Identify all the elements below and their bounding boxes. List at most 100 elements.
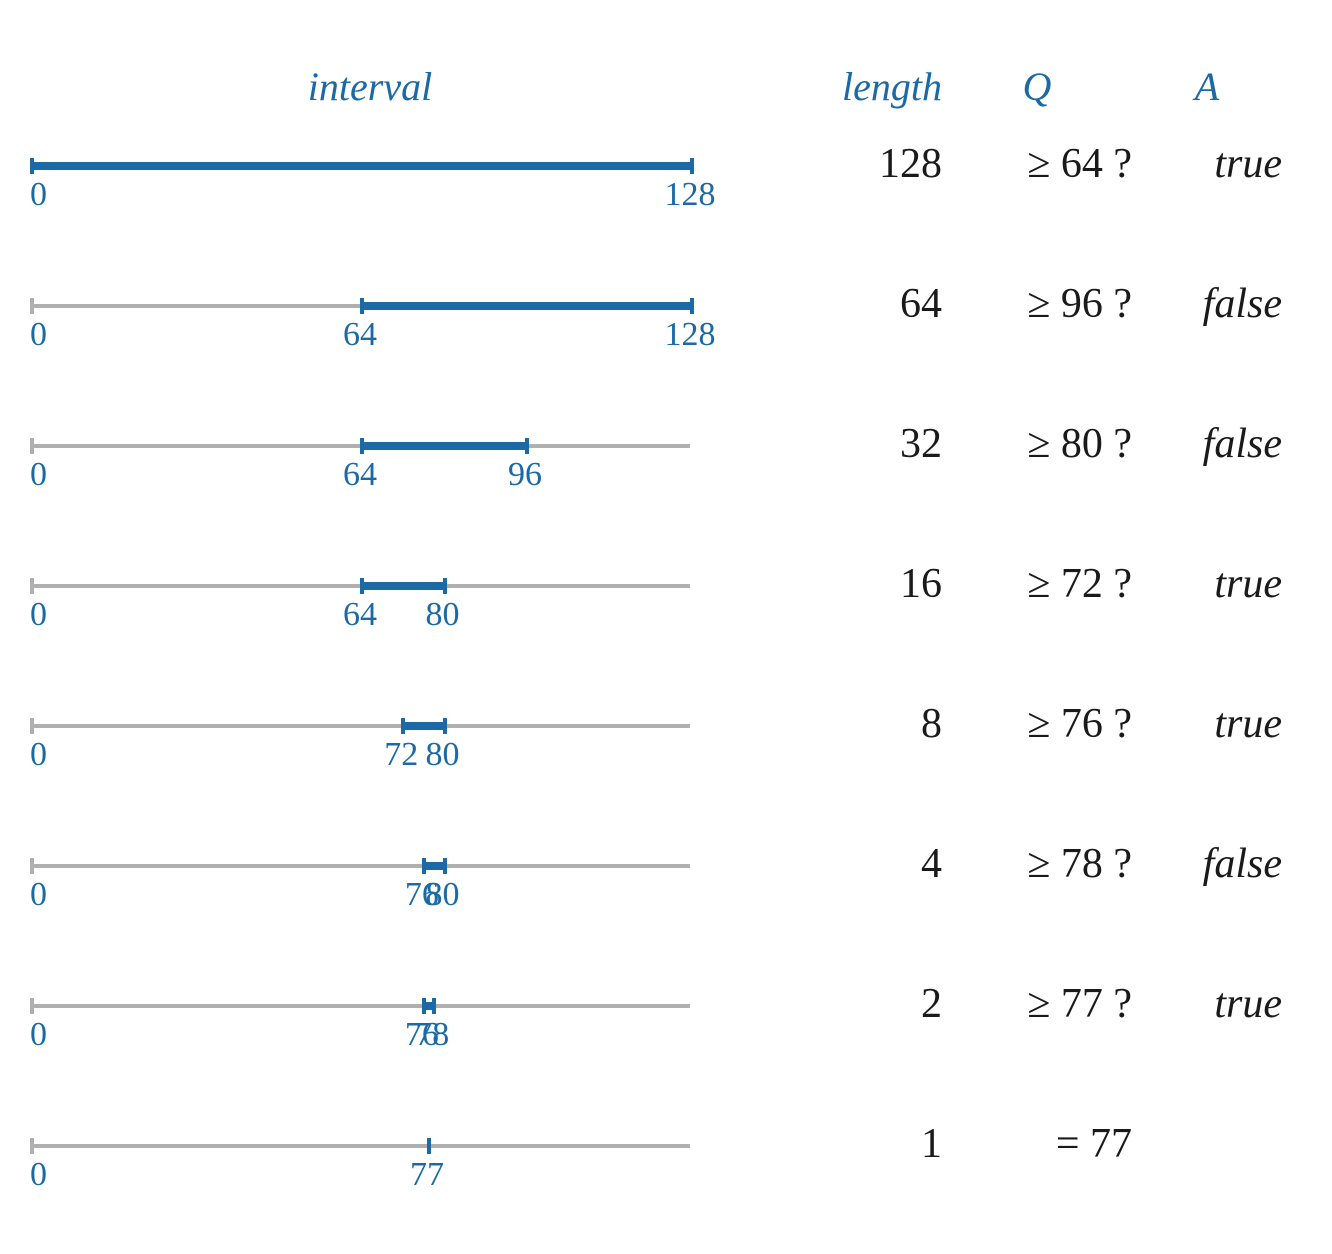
text-cells: 1= 77 — [710, 1090, 1282, 1168]
answer-value: true — [1132, 700, 1282, 748]
step-row: 076804≥ 78 ?false — [30, 810, 1282, 950]
interval-cell: 07680 — [30, 810, 710, 914]
length-value: 32 — [812, 420, 942, 468]
interval-cell: 06480 — [30, 530, 710, 634]
interval-cell: 07280 — [30, 670, 710, 774]
step-row: 0649632≥ 80 ?false — [30, 390, 1282, 530]
tick-label-hi: 78 — [415, 1016, 449, 1054]
tick-label-zero: 0 — [30, 176, 47, 214]
tick-lo — [401, 718, 405, 734]
bar-wrap: 0 77 — [30, 1136, 710, 1194]
text-cells: 4≥ 78 ?false — [710, 810, 1282, 888]
step-row: 0128128≥ 64 ?true — [30, 110, 1282, 250]
interval-cell: 0128 — [30, 110, 710, 214]
length-value: 4 — [812, 840, 942, 888]
length-value: 1 — [812, 1120, 942, 1168]
step-row: 0648016≥ 72 ?true — [30, 530, 1282, 670]
tick-lo — [360, 298, 364, 314]
steps-container: 0128128≥ 64 ?true06412864≥ 96 ?false0649… — [30, 110, 1282, 1230]
bar-wrap: 06480 — [30, 576, 710, 634]
answer-value: true — [1132, 560, 1282, 608]
tick-zero — [30, 858, 34, 874]
length-value: 2 — [812, 980, 942, 1028]
tick-hi — [690, 298, 694, 314]
header-a: A — [1132, 63, 1282, 110]
length-value: 64 — [812, 280, 942, 328]
step-row: 0 77 1= 77 — [30, 1090, 1282, 1230]
answer-value: false — [1132, 840, 1282, 888]
tick-zero — [30, 298, 34, 314]
question-value: ≥ 80 ? — [942, 420, 1132, 468]
answer-value: true — [1132, 140, 1282, 188]
tick-zero — [30, 438, 34, 454]
diagram-page: interval length Q A 0128128≥ 64 ?true064… — [0, 0, 1332, 1254]
tick-label-lo: 72 — [384, 736, 418, 774]
tick-point — [427, 1138, 431, 1154]
interval-cell: 06496 — [30, 390, 710, 494]
answer-value: true — [1132, 980, 1282, 1028]
tick-label-zero: 0 — [30, 316, 47, 354]
tick-label-lo: 64 — [343, 456, 377, 494]
tick-hi — [443, 718, 447, 734]
interval-cell: 0 77 — [30, 1090, 710, 1194]
answer-value: false — [1132, 280, 1282, 328]
tick-label-lo: 64 — [343, 596, 377, 634]
tick-lo — [422, 858, 426, 874]
tick-hi — [443, 858, 447, 874]
text-cells: 8≥ 76 ?true — [710, 670, 1282, 748]
bar-wrap: 06496 — [30, 436, 710, 494]
interval-cell: 064128 — [30, 250, 710, 354]
full-line — [30, 1004, 690, 1008]
length-value: 8 — [812, 700, 942, 748]
tick-lo — [422, 998, 426, 1014]
bar-wrap: 07680 — [30, 856, 710, 914]
step-row: 0 64 12864≥ 96 ?false — [30, 250, 1282, 390]
interval-segment — [401, 722, 442, 730]
tick-hi — [443, 578, 447, 594]
tick-zero — [30, 578, 34, 594]
step-row: 072808≥ 76 ?true — [30, 670, 1282, 810]
question-value: ≥ 78 ? — [942, 840, 1132, 888]
bar-wrap: 064128 — [30, 296, 710, 354]
text-cells: 128≥ 64 ?true — [710, 110, 1282, 188]
text-cells: 16≥ 72 ?true — [710, 530, 1282, 608]
tick-zero — [30, 998, 34, 1014]
tick-label-hi: 128 — [665, 316, 716, 354]
answer-value: false — [1132, 420, 1282, 468]
answer-value — [1132, 1120, 1282, 1168]
tick-label-zero: 0 — [30, 1156, 47, 1194]
tick-zero — [30, 158, 34, 174]
header-length: length — [812, 63, 942, 110]
tick-lo — [360, 438, 364, 454]
length-value: 128 — [812, 140, 942, 188]
question-value: ≥ 72 ? — [942, 560, 1132, 608]
text-cells: 64≥ 96 ?false — [710, 250, 1282, 328]
question-value: = 77 — [942, 1120, 1132, 1168]
interval-cell: 07678 — [30, 950, 710, 1054]
tick-zero — [30, 1138, 34, 1154]
interval-segment — [360, 302, 690, 310]
tick-label-zero: 0 — [30, 1016, 47, 1054]
tick-zero — [30, 718, 34, 734]
tick-label-zero: 0 — [30, 876, 47, 914]
tick-label-hi: 80 — [426, 736, 460, 774]
length-value: 16 — [812, 560, 942, 608]
question-value: ≥ 77 ? — [942, 980, 1132, 1028]
bar-wrap: 0128 — [30, 156, 710, 214]
tick-label-hi: 128 — [665, 176, 716, 214]
bar-wrap: 07678 — [30, 996, 710, 1054]
full-line — [30, 724, 690, 728]
tick-label-point: 77 — [410, 1156, 444, 1194]
tick-label-lo: 64 — [343, 316, 377, 354]
interval-segment — [30, 162, 690, 170]
header-q: Q — [942, 63, 1132, 110]
tick-label-zero: 0 — [30, 596, 47, 634]
question-value: ≥ 64 ? — [942, 140, 1132, 188]
tick-lo — [360, 578, 364, 594]
header-row: interval length Q A — [30, 30, 1282, 110]
bar-wrap: 07280 — [30, 716, 710, 774]
text-cells: 2≥ 77 ?true — [710, 950, 1282, 1028]
full-line — [30, 864, 690, 868]
tick-label-zero: 0 — [30, 456, 47, 494]
tick-label-hi: 80 — [426, 876, 460, 914]
